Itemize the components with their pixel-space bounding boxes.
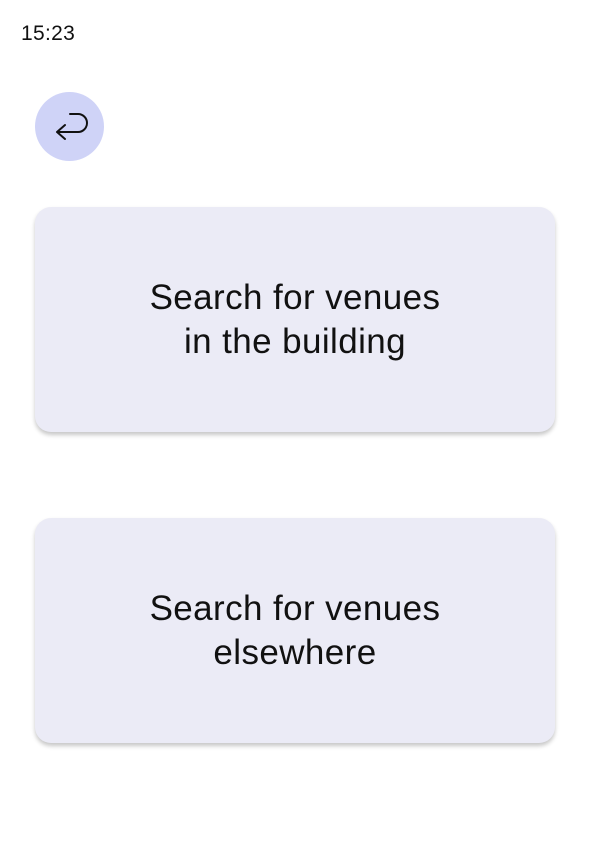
search-elsewhere-label: Search for venues elsewhere	[150, 587, 441, 675]
option-label-line1: Search for venues	[149, 588, 441, 628]
search-elsewhere-button[interactable]: Search for venues elsewhere	[35, 518, 555, 743]
option-label-line1: Search for venues	[149, 277, 441, 317]
return-arrow-icon	[46, 103, 94, 151]
option-label-line2: in the building	[183, 321, 406, 361]
back-button[interactable]	[35, 92, 104, 161]
search-in-building-label: Search for venues in the building	[150, 276, 441, 364]
status-bar-time: 15:23	[21, 22, 76, 45]
option-label-line2: elsewhere	[213, 632, 377, 672]
search-in-building-button[interactable]: Search for venues in the building	[35, 207, 555, 432]
